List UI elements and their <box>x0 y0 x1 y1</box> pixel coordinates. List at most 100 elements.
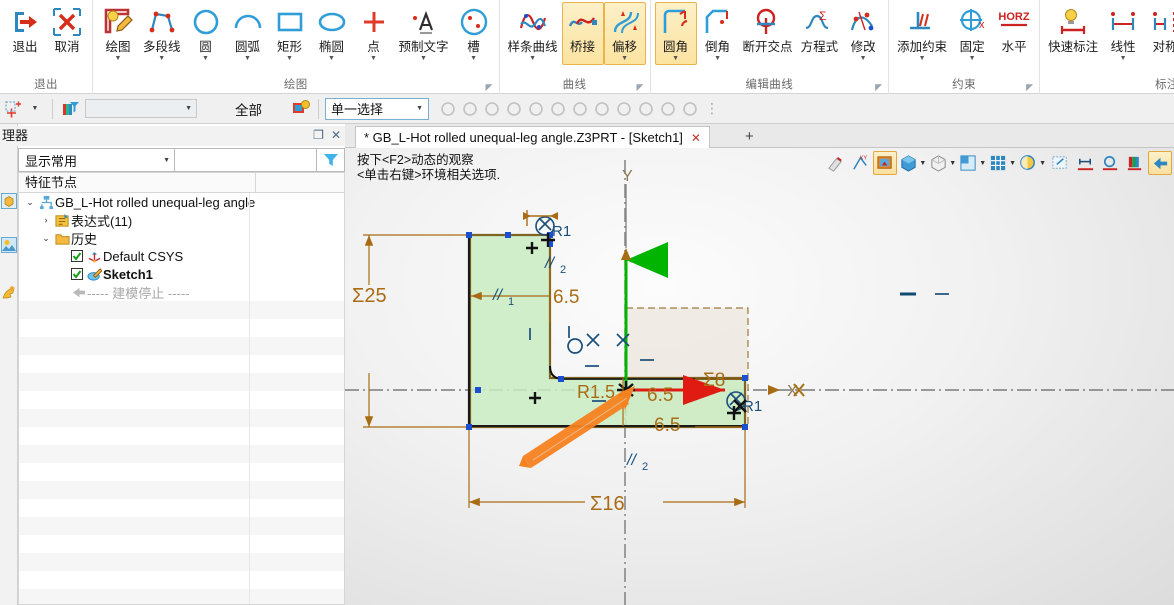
tree-empty-row <box>19 319 344 337</box>
display-mode-combo[interactable]: 显示常用 ▼ <box>18 148 175 172</box>
pick-point-caret[interactable]: ▼ <box>24 98 46 120</box>
offset-button-dropdown-arrow[interactable]: ▼ <box>621 55 628 64</box>
select-mode-combo[interactable]: 单一选择 ▼ <box>325 97 429 120</box>
spline-button[interactable]: 样条曲线 ▼ <box>504 2 562 65</box>
panel-minimize-button[interactable]: ❐ <box>313 128 324 142</box>
layers-icon[interactable] <box>679 98 701 120</box>
circle-button[interactable]: 圆 ▼ <box>185 2 227 65</box>
all-label: 全部 <box>235 102 262 118</box>
pick-point-icon[interactable] <box>2 98 24 120</box>
tree-twisty[interactable]: › <box>39 215 53 225</box>
fix-button[interactable]: x 固定 ▼ <box>951 2 993 65</box>
slash-icon[interactable] <box>657 98 679 120</box>
polyline-button-dropdown-arrow[interactable]: ▼ <box>158 55 165 64</box>
add-constraint-button[interactable]: 添加约束 ▼ <box>893 2 951 65</box>
add-constraint-button-dropdown-arrow[interactable]: ▼ <box>919 55 926 64</box>
tree-checkbox[interactable] <box>69 268 85 280</box>
circle-outline-icon[interactable] <box>569 98 591 120</box>
sketch-button-dropdown-arrow[interactable]: ▼ <box>115 55 122 64</box>
line-icon[interactable] <box>503 98 525 120</box>
break-intersect-button[interactable]: 断开交点▼ <box>739 2 797 65</box>
tree-filter-button[interactable] <box>317 148 345 172</box>
chamfer-button[interactable]: 倒角 ▼ <box>697 2 739 65</box>
horizontal-button[interactable]: HORZ水平▼ <box>993 2 1035 65</box>
feature-tree: ⌄ GB_L-Hot rolled unequal-leg angle › 表达式(1… <box>18 193 345 605</box>
points-icon[interactable] <box>481 98 503 120</box>
bridge-button[interactable]: 桥接▼ <box>561 2 604 65</box>
tree-row[interactable]: ----- 建模停止 ----- <box>19 283 344 301</box>
line2-icon[interactable] <box>525 98 547 120</box>
offset-button[interactable]: 偏移 ▼ <box>603 2 646 65</box>
rectangle-button-dropdown-arrow[interactable]: ▼ <box>286 55 293 64</box>
tree-row[interactable]: ⌄ 历史 <box>19 229 344 247</box>
edit-curve-group-dialog-launcher[interactable]: ◤ <box>875 82 885 92</box>
filter-combo[interactable]: ▼ <box>85 99 197 118</box>
selection-settings-icon[interactable] <box>290 98 312 120</box>
linear-dimension-button[interactable]: 线性 ▼ <box>1102 2 1144 65</box>
panel-close-button[interactable]: ✕ <box>331 128 341 142</box>
tree-twisty[interactable]: ⌄ <box>39 233 53 244</box>
cad-viewport[interactable]: 按下<F2>动态的观察 <单击右键>环境相关选项. XY ▼ ▼ ▼ ▼ ▼ Y… <box>345 148 1174 605</box>
visual-manager-icon[interactable] <box>0 230 18 260</box>
constraint-group-dialog-launcher[interactable]: ◤ <box>1026 82 1036 92</box>
fillet-button-dropdown-arrow[interactable]: ▼ <box>672 55 679 64</box>
wave-icon[interactable] <box>613 98 635 120</box>
fix-button-dropdown-arrow[interactable]: ▼ <box>969 55 976 64</box>
new-tab-button[interactable]: + <box>745 128 754 145</box>
fillet-button[interactable]: 圆角 ▼ <box>654 2 697 65</box>
rectangle-button[interactable]: 矩形 ▼ <box>269 2 311 65</box>
equation-button[interactable]: Σ方程式▼ <box>797 2 843 65</box>
shape-manager-icon[interactable] <box>0 186 18 216</box>
ellipse-button[interactable]: 椭圆 ▼ <box>311 2 353 65</box>
preset-text-button[interactable]: 预制文字 ▼ <box>395 2 453 65</box>
ellipse-button-dropdown-arrow[interactable]: ▼ <box>328 55 335 64</box>
settings-gear-icon[interactable] <box>437 98 459 120</box>
tree-row[interactable]: ⌄ GB_L-Hot rolled unequal-leg angle <box>19 193 344 211</box>
sketch-button[interactable]: 绘图 ▼ <box>97 2 139 65</box>
tree-row[interactable]: › 表达式(11) <box>19 211 344 229</box>
break-intersect-button-label: 断开交点 <box>742 40 793 54</box>
slot-button-dropdown-arrow[interactable]: ▼ <box>470 55 477 64</box>
circle-button-dropdown-arrow[interactable]: ▼ <box>202 55 209 64</box>
point-button[interactable]: 点 ▼ <box>353 2 395 65</box>
curve-group-dialog-launcher[interactable]: ◤ <box>637 82 647 92</box>
assembly-manager-icon[interactable] <box>0 278 18 308</box>
chamfer-button-dropdown-arrow[interactable]: ▼ <box>714 55 721 64</box>
chamfer-icon <box>701 5 735 39</box>
tree-row[interactable]: Default CSYS <box>19 247 344 265</box>
slot-icon <box>457 5 491 39</box>
preset-text-button-dropdown-arrow[interactable]: ▼ <box>420 55 427 64</box>
arc-span-icon[interactable] <box>635 98 657 120</box>
curve-node-icon[interactable] <box>591 98 613 120</box>
exit-group-label: 退出 <box>34 79 58 91</box>
parallel-constraint-3: // <box>626 452 637 469</box>
folder-icon <box>53 231 71 246</box>
tree-twisty[interactable]: ⌄ <box>23 197 37 208</box>
tree-row[interactable]: Sketch1 <box>19 265 344 283</box>
slot-button[interactable]: 槽 ▼ <box>453 2 495 65</box>
quick-dimension-button[interactable]: 快速标注▼ <box>1044 2 1102 65</box>
modify-button-dropdown-arrow[interactable]: ▼ <box>860 55 867 64</box>
arc-button[interactable]: 圆弧 ▼ <box>227 2 269 65</box>
tab-sketch1[interactable]: * GB_L-Hot rolled unequal-leg angle.Z3PR… <box>355 126 710 148</box>
filter-color-icon[interactable] <box>59 98 81 120</box>
modify-button[interactable]: 修改 ▼ <box>842 2 884 65</box>
circle-center-icon[interactable] <box>547 98 569 120</box>
tab-close-icon[interactable]: ✕ <box>691 131 701 145</box>
toolbar-overflow-icon[interactable]: ⋮ <box>701 98 723 120</box>
arc-button-dropdown-arrow[interactable]: ▼ <box>244 55 251 64</box>
cancel-button[interactable]: 取消▼ <box>46 2 88 65</box>
spline-button-dropdown-arrow[interactable]: ▼ <box>529 55 536 64</box>
polyline-button[interactable]: 多段线 ▼ <box>139 2 185 65</box>
tree-checkbox[interactable] <box>69 250 85 262</box>
play-icon[interactable] <box>459 98 481 120</box>
draw-group-dialog-launcher[interactable]: ◤ <box>486 82 496 92</box>
linear-dimension-button-dropdown-arrow[interactable]: ▼ <box>1120 55 1127 64</box>
point-button-dropdown-arrow[interactable]: ▼ <box>370 55 377 64</box>
tree-column-split <box>249 517 250 535</box>
exit-button[interactable]: 退出▼ <box>4 2 46 65</box>
symmetric-dimension-button[interactable]: 对称▼ <box>1144 2 1174 65</box>
tree-search-input[interactable] <box>175 148 317 172</box>
arc-icon <box>231 5 265 39</box>
add-constraint-icon <box>905 5 939 39</box>
